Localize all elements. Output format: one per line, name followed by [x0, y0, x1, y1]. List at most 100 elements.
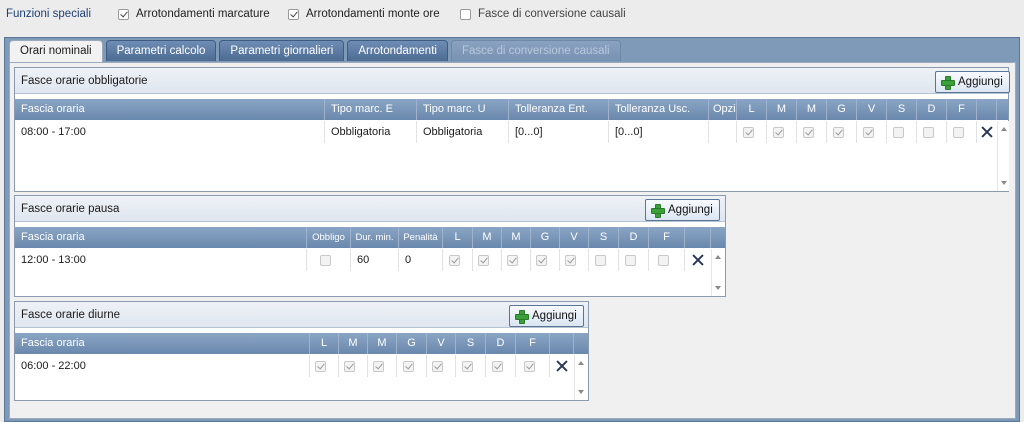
col-header-blank: [550, 333, 574, 354]
col-header[interactable]: F: [516, 333, 550, 354]
col-header[interactable]: Fascia oraria: [15, 227, 307, 248]
cell-day-m: [339, 355, 368, 377]
col-header[interactable]: G: [397, 333, 427, 354]
col-header[interactable]: V: [427, 333, 456, 354]
col-header[interactable]: Tipo marc. E: [325, 99, 417, 120]
cell-fascia: 08:00 - 17:00: [15, 121, 325, 143]
checkbox[interactable]: [460, 8, 471, 20]
scrollbar[interactable]: [997, 121, 1009, 191]
cell-day-l: [737, 121, 767, 143]
checkbox: [448, 254, 460, 266]
col-header[interactable]: Fascia oraria: [15, 333, 310, 354]
col-header[interactable]: M: [473, 227, 502, 248]
grid-header: Fascia oraria L M M G V S D F: [15, 333, 588, 354]
col-header[interactable]: Tolleranza Ent.: [509, 99, 609, 120]
checkbox: [657, 254, 669, 266]
scrollbar[interactable]: [711, 249, 723, 296]
cell-day-f: [649, 249, 685, 271]
checkbox[interactable]: [118, 8, 129, 20]
checkbox: [491, 360, 503, 372]
add-button-label: Aggiungi: [958, 76, 1003, 88]
tab-parametri-giornalieri[interactable]: Parametri giornalieri: [219, 40, 345, 61]
cell-day-m2: [368, 355, 397, 377]
option-arrotondamenti-marcature[interactable]: Arrotondamenti marcature: [118, 8, 270, 20]
delete-icon[interactable]: [981, 126, 993, 138]
col-header[interactable]: D: [917, 99, 947, 120]
add-button[interactable]: Aggiungi: [645, 199, 720, 221]
section-fasce-diurne: Fasce orarie diurne Aggiungi Fascia orar…: [14, 301, 589, 401]
checkbox: [832, 126, 844, 138]
scroll-up-icon[interactable]: [1001, 127, 1007, 131]
tab-fasce-conversione: Fasce di conversione causali: [450, 40, 621, 61]
table-row[interactable]: 08:00 - 17:00 Obbligatoria Obbligatoria …: [15, 121, 997, 143]
col-header[interactable]: Penalità: [399, 227, 443, 248]
cell-day-m: [473, 249, 502, 271]
col-header[interactable]: Fascia oraria: [15, 99, 325, 120]
delete-icon[interactable]: [556, 360, 568, 372]
col-header[interactable]: L: [310, 333, 339, 354]
cell-day-g: [531, 249, 560, 271]
col-header[interactable]: M: [502, 227, 531, 248]
option-fasce-conversione[interactable]: Fasce di conversione causali: [460, 8, 626, 20]
checkbox: [536, 254, 547, 266]
plus-icon: [940, 75, 955, 90]
cell-day-s: [887, 121, 917, 143]
option-arrotondamenti-monte-ore[interactable]: Arrotondamenti monte ore: [288, 8, 440, 20]
col-header[interactable]: Tolleranza Usc.: [609, 99, 709, 120]
col-header[interactable]: Tipo marc. U: [417, 99, 509, 120]
col-header[interactable]: Dur. min.: [351, 227, 399, 248]
add-button-label: Aggiungi: [532, 310, 577, 322]
tab-bar: Orari nominali Parametri calcolo Paramet…: [9, 40, 624, 63]
checkbox: [344, 360, 355, 372]
tab-arrotondamenti[interactable]: Arrotondamenti: [347, 40, 448, 61]
col-header[interactable]: V: [857, 99, 887, 120]
cell-day-m2: [797, 121, 827, 143]
tab-parametri-calcolo[interactable]: Parametri calcolo: [105, 40, 217, 61]
scroll-up-icon[interactable]: [715, 255, 721, 259]
section-fasce-pausa: Fasce orarie pausa Aggiungi Fascia orari…: [14, 195, 726, 297]
cell-day-f: [516, 355, 550, 377]
add-button[interactable]: Aggiungi: [935, 71, 1010, 93]
col-header[interactable]: D: [619, 227, 649, 248]
table-row[interactable]: 12:00 - 13:00 60 0: [15, 249, 711, 271]
col-header[interactable]: F: [947, 99, 977, 120]
scroll-up-icon[interactable]: [578, 361, 584, 365]
col-header[interactable]: L: [443, 227, 473, 248]
add-button[interactable]: Aggiungi: [509, 305, 584, 327]
delete-icon[interactable]: [692, 254, 704, 266]
checkbox: [862, 126, 874, 138]
tab-orari-nominali[interactable]: Orari nominali: [9, 40, 103, 63]
col-header[interactable]: S: [887, 99, 917, 120]
cell-delete: [550, 355, 574, 377]
col-header[interactable]: F: [649, 227, 685, 248]
scroll-down-icon[interactable]: [715, 286, 721, 290]
grid-header: Fascia oraria Obbligo Dur. min. Penalità…: [15, 227, 725, 248]
scroll-down-icon[interactable]: [578, 390, 584, 394]
col-header[interactable]: Obbligo: [307, 227, 351, 248]
col-header[interactable]: V: [560, 227, 589, 248]
checkbox: [772, 126, 784, 138]
col-header[interactable]: M: [368, 333, 397, 354]
checkbox: [565, 254, 576, 266]
col-header[interactable]: M: [767, 99, 797, 120]
scroll-down-icon[interactable]: [1001, 181, 1007, 185]
col-header[interactable]: M: [339, 333, 368, 354]
col-header[interactable]: G: [531, 227, 560, 248]
cell-day-s: [456, 355, 486, 377]
plus-icon: [514, 309, 529, 324]
checkbox[interactable]: [288, 8, 299, 20]
col-header[interactable]: D: [486, 333, 516, 354]
col-header[interactable]: S: [456, 333, 486, 354]
col-header[interactable]: G: [827, 99, 857, 120]
cell-toll-ent: [0...0]: [509, 121, 609, 143]
col-header[interactable]: M: [797, 99, 827, 120]
table-row[interactable]: 06:00 - 22:00: [15, 355, 574, 377]
col-header[interactable]: L: [737, 99, 767, 120]
cell-tipo-e: Obbligatoria: [325, 121, 417, 143]
special-functions-bar: Funzioni speciali Arrotondamenti marcatu…: [0, 0, 1024, 32]
col-header[interactable]: Opzi: [709, 99, 737, 120]
checkbox: [892, 126, 904, 138]
tab-content: Fasce orarie obbligatorie Aggiungi Fasci…: [9, 62, 1016, 419]
scrollbar[interactable]: [574, 355, 586, 400]
col-header[interactable]: S: [589, 227, 619, 248]
